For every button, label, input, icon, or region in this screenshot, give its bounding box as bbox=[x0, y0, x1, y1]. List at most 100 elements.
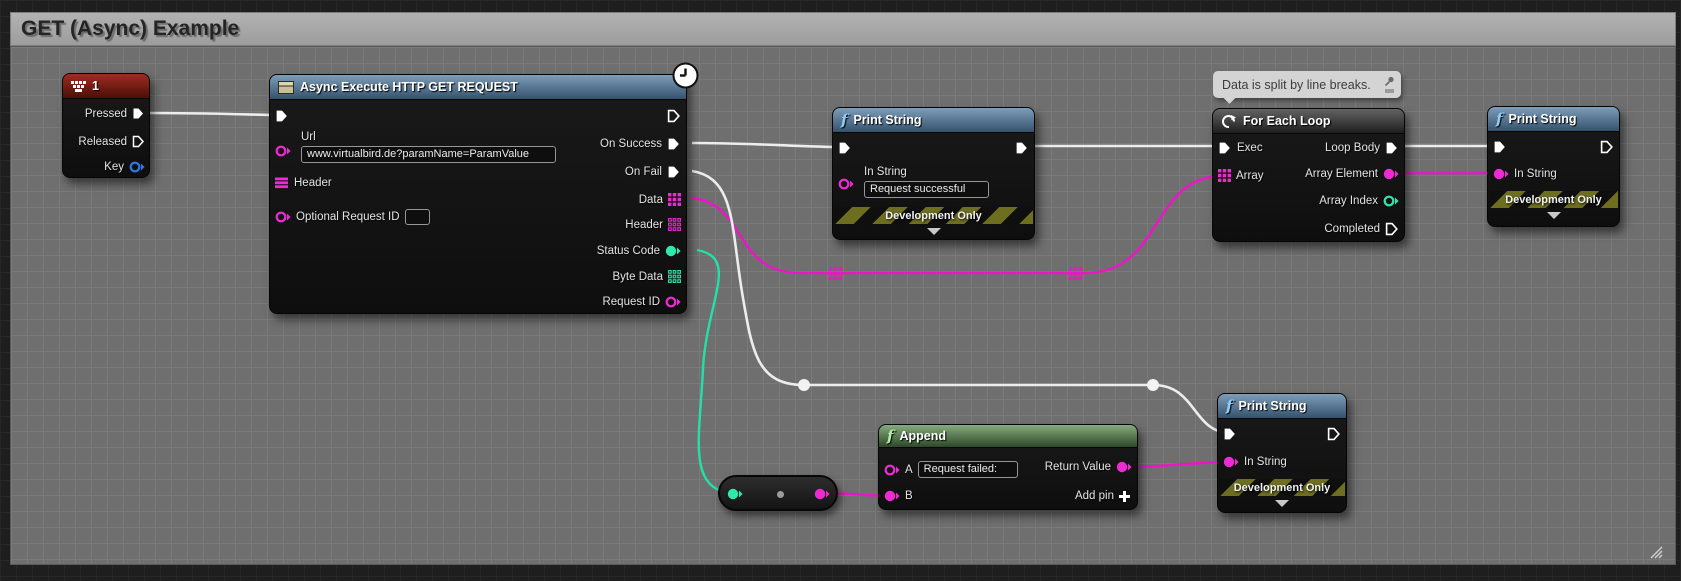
pin-header-out[interactable]: Header bbox=[625, 218, 681, 231]
node-append[interactable]: f Append A Request failed: B Return Valu… bbox=[878, 424, 1138, 510]
pin-exec-in[interactable] bbox=[838, 141, 852, 155]
pin-loop-body[interactable]: Loop Body bbox=[1325, 141, 1399, 155]
pin-array-index[interactable]: Array Index bbox=[1319, 195, 1399, 207]
exec-pin-icon bbox=[667, 137, 681, 151]
pin-a[interactable]: A Request failed: bbox=[884, 461, 1018, 478]
exec-pin-icon bbox=[667, 109, 681, 123]
pin-key[interactable]: Key bbox=[104, 161, 145, 173]
node-header[interactable]: f Print String bbox=[1218, 394, 1346, 419]
node-input-key-1[interactable]: 1 Pressed Released Key bbox=[62, 73, 150, 178]
node-title: Print String bbox=[1238, 399, 1306, 413]
pin-header-in[interactable]: Header bbox=[275, 177, 332, 189]
pin-url[interactable] bbox=[275, 145, 291, 157]
exec-pin-icon bbox=[1223, 427, 1237, 441]
pin-array[interactable]: Array bbox=[1218, 169, 1263, 182]
pin-in-string[interactable]: In String bbox=[1223, 456, 1287, 468]
pin-data[interactable]: Data bbox=[639, 193, 681, 206]
node-header[interactable]: For Each Loop bbox=[1213, 109, 1404, 134]
map-pin-icon bbox=[275, 177, 289, 189]
add-pin-button[interactable]: Add pin bbox=[1075, 490, 1130, 502]
node-print-string-3[interactable]: f Print String In String Development Onl… bbox=[1217, 393, 1347, 513]
node-header[interactable]: Async Execute HTTP GET REQUEST bbox=[270, 75, 686, 100]
node-title: Print String bbox=[1508, 112, 1576, 126]
expand-advanced-arrow[interactable] bbox=[1275, 500, 1289, 507]
pin-on-success[interactable]: On Success bbox=[600, 137, 681, 151]
string-pin-icon bbox=[665, 296, 681, 308]
pin-b[interactable]: B bbox=[884, 490, 913, 502]
pin-request-id[interactable]: Request ID bbox=[602, 296, 681, 308]
array-pin-icon bbox=[668, 193, 681, 206]
string-pin-icon[interactable] bbox=[814, 488, 830, 500]
pin-array-element[interactable]: Array Element bbox=[1305, 168, 1399, 180]
pin-exec-out[interactable] bbox=[1327, 427, 1341, 441]
in-string-input[interactable]: Request successful bbox=[864, 181, 989, 198]
pill-dot bbox=[777, 491, 784, 498]
exec-pin-icon bbox=[132, 107, 145, 120]
pin-in-string[interactable] bbox=[838, 178, 854, 190]
pin-exec-in[interactable]: Exec bbox=[1218, 141, 1263, 155]
pin-in-string-group: In String Request successful bbox=[864, 166, 989, 198]
a-input[interactable]: Request failed: bbox=[918, 461, 1018, 478]
node-header[interactable]: 1 bbox=[63, 74, 149, 99]
string-pin-icon bbox=[884, 464, 900, 476]
url-input[interactable]: www.virtualbird.de?paramName=ParamValue bbox=[301, 146, 556, 163]
pin-exec-in[interactable] bbox=[1493, 140, 1507, 154]
node-title: Append bbox=[899, 429, 946, 443]
pin-released[interactable]: Released bbox=[78, 135, 145, 148]
node-async-http-get[interactable]: Async Execute HTTP GET REQUEST Url www.v… bbox=[269, 74, 687, 314]
development-only-banner: Development Only bbox=[834, 207, 1033, 224]
pin-completed[interactable]: Completed bbox=[1324, 222, 1399, 236]
pin-status-code[interactable]: Status Code bbox=[597, 245, 681, 257]
int-pin-icon[interactable] bbox=[727, 488, 743, 500]
node-print-string-2[interactable]: f Print String In String Development Onl… bbox=[1487, 106, 1620, 227]
pin-pressed[interactable]: Pressed bbox=[85, 107, 145, 120]
comment-bubble[interactable]: Data is split by line breaks. bbox=[1213, 71, 1401, 98]
node-header[interactable]: f Print String bbox=[833, 108, 1034, 133]
node-title: Async Execute HTTP GET REQUEST bbox=[300, 80, 518, 94]
comment-header[interactable]: GET (Async) Example bbox=[10, 12, 1676, 46]
expand-advanced-arrow[interactable] bbox=[927, 228, 941, 235]
blueprint-canvas[interactable]: GET (Async) Example bbox=[0, 0, 1681, 581]
node-header[interactable]: f Append bbox=[879, 425, 1137, 448]
latent-clock-icon bbox=[672, 62, 699, 89]
pin-return-value[interactable]: Return Value bbox=[1045, 461, 1132, 473]
pin-exec-out[interactable] bbox=[667, 109, 681, 123]
int-pin-icon bbox=[665, 245, 681, 257]
string-pin-icon bbox=[1223, 456, 1239, 468]
node-print-string-1[interactable]: f Print String In String Request success… bbox=[832, 107, 1035, 240]
pin-exec-out[interactable] bbox=[1015, 141, 1029, 155]
exec-pin-icon bbox=[1493, 140, 1507, 154]
bubble-pin-icon[interactable] bbox=[1384, 76, 1395, 87]
string-pin-icon bbox=[1116, 461, 1132, 473]
array-pin-icon bbox=[1218, 169, 1231, 182]
pin-in-string[interactable]: In String bbox=[1493, 168, 1557, 180]
node-title: For Each Loop bbox=[1243, 114, 1331, 128]
node-header[interactable]: f Print String bbox=[1488, 107, 1619, 132]
expand-advanced-arrow[interactable] bbox=[1547, 212, 1561, 219]
string-pin-icon bbox=[884, 490, 900, 502]
pin-exec-in[interactable] bbox=[275, 109, 289, 123]
exec-pin-icon bbox=[1385, 141, 1399, 155]
pin-byte-data[interactable]: Byte Data bbox=[613, 270, 682, 283]
node-conversion-pill[interactable] bbox=[718, 475, 838, 511]
int-pin-icon bbox=[1383, 195, 1399, 207]
comment-resize-handle[interactable] bbox=[1647, 543, 1663, 559]
development-only-banner: Development Only bbox=[1219, 479, 1345, 496]
async-task-icon bbox=[278, 81, 294, 94]
function-icon: f bbox=[841, 113, 847, 128]
pin-exec-in[interactable] bbox=[1223, 427, 1237, 441]
string-pin-icon bbox=[1383, 168, 1399, 180]
loop-icon bbox=[1221, 114, 1237, 129]
node-for-each-loop[interactable]: For Each Loop Exec Array Loop Body Array… bbox=[1212, 108, 1405, 242]
exec-pin-icon bbox=[1327, 427, 1341, 441]
pin-on-fail[interactable]: On Fail bbox=[625, 165, 681, 179]
bubble-size-icon bbox=[1385, 88, 1394, 94]
comment-title-text: GET (Async) Example bbox=[21, 17, 239, 41]
bubble-text: Data is split by line breaks. bbox=[1222, 78, 1371, 92]
exec-pin-icon bbox=[1385, 222, 1399, 236]
optional-request-id-input[interactable] bbox=[405, 209, 430, 225]
exec-pin-icon bbox=[838, 141, 852, 155]
exec-pin-icon bbox=[132, 135, 145, 148]
pin-optional-request-id[interactable]: Optional Request ID bbox=[275, 209, 430, 225]
pin-exec-out[interactable] bbox=[1600, 140, 1614, 154]
